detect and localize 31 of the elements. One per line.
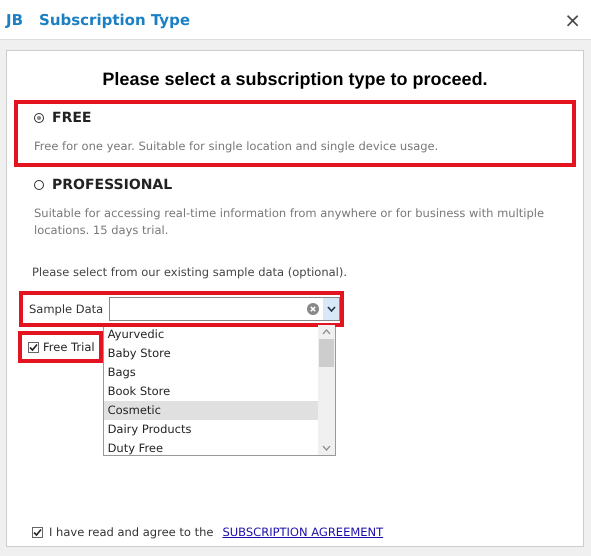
scroll-thumb[interactable] xyxy=(318,339,334,367)
checkbox[interactable] xyxy=(32,526,43,538)
dropdown-button[interactable] xyxy=(323,298,339,320)
checkbox[interactable] xyxy=(28,342,39,352)
clear-icon[interactable] xyxy=(307,303,319,315)
list-item[interactable]: Book Store xyxy=(104,382,318,401)
radio-button[interactable] xyxy=(34,180,44,190)
list-item[interactable]: Duty Free xyxy=(104,439,318,458)
sample-prompt: Please select from our existing sample data (optional). xyxy=(32,265,348,279)
agreement-link[interactable]: SUBSCRIPTION AGREEMENT xyxy=(222,525,384,539)
plan-name: FREE xyxy=(52,110,92,126)
scroll-up-icon[interactable] xyxy=(322,329,331,335)
scrollbar[interactable] xyxy=(318,325,335,455)
radio-button[interactable] xyxy=(34,113,44,123)
list-item[interactable]: Cosmetic xyxy=(104,401,318,420)
caret-icon xyxy=(326,306,336,312)
list-item[interactable]: Baby Store xyxy=(104,344,318,363)
window-title: Subscription Type xyxy=(39,10,191,28)
list-item[interactable]: Ayurvedic xyxy=(104,325,318,344)
plan-name: PROFESSIONAL xyxy=(52,177,172,193)
app-logo: JB xyxy=(6,10,24,28)
field-label: Sample Data xyxy=(29,302,104,316)
checkbox-label: Free Trial xyxy=(43,340,95,354)
agreement-text: I have read and agree to the xyxy=(49,525,214,539)
scroll-down-icon[interactable] xyxy=(322,445,331,451)
list-item[interactable]: Dairy Products xyxy=(104,420,318,439)
heading: Please select a subscription type to proceed. xyxy=(101,69,489,90)
plan-description: Free for one year. Suitable for single location and single device usage. xyxy=(34,138,440,155)
plan-description: Suitable for accessing real-time information from anywhere or for business with multiple locations. 15 days trial. xyxy=(34,205,546,239)
close-button[interactable]: × xyxy=(560,8,585,32)
list-item[interactable]: Bags xyxy=(104,363,318,382)
